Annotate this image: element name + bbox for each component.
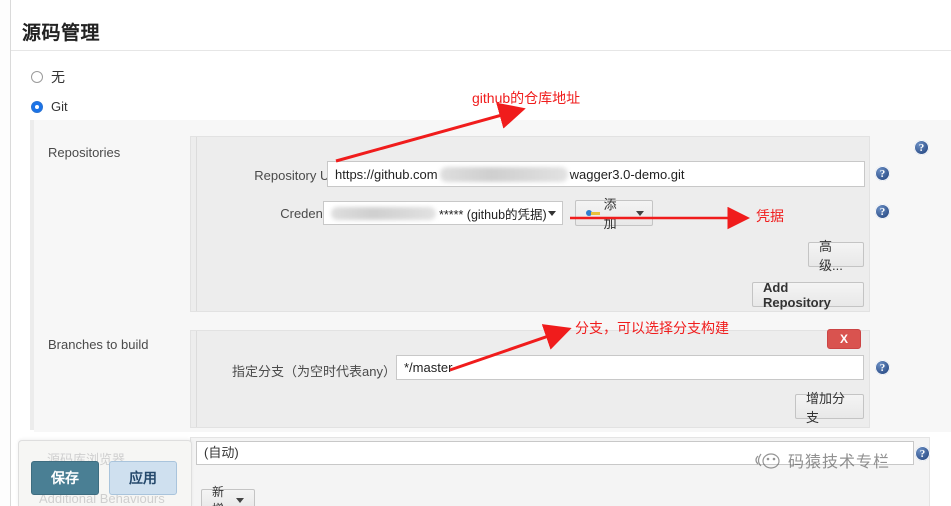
git-section-rail [30, 120, 34, 430]
add-credentials-label: 添加 [603, 197, 617, 231]
branch-specifier-input[interactable] [396, 355, 864, 380]
apply-button[interactable]: 应用 [109, 461, 177, 495]
credentials-select[interactable]: ***** (github的凭据) [323, 201, 563, 225]
help-icon-branch-specifier[interactable]: ? [875, 360, 890, 375]
key-icon [586, 208, 600, 218]
title-divider [11, 50, 951, 51]
help-icon-repositories-section[interactable]: ? [914, 140, 929, 155]
caret-down-icon[interactable] [636, 210, 644, 216]
action-bar: 源码库浏览器 Additional Behaviours 保存 应用 [18, 440, 192, 506]
advanced-button[interactable]: 高级... [808, 239, 864, 273]
scm-config-page: 源码管理 无 Git Repositories Repository URL h… [0, 0, 951, 506]
radio-none-indicator[interactable] [31, 71, 43, 83]
radio-option-none[interactable]: 无 [31, 67, 65, 87]
save-button[interactable]: 保存 [31, 461, 99, 495]
page-title: 源码管理 [22, 23, 101, 44]
caret-down-icon-2[interactable] [236, 497, 244, 503]
credentials-selected-text: ***** (github的凭据) [439, 207, 547, 222]
additional-behaviours-add-button[interactable]: 新增 [201, 485, 255, 506]
help-icon-repository-browser[interactable]: ? [915, 446, 930, 461]
repository-url-prefix: https://github.com [335, 166, 438, 182]
chevron-down-icon[interactable] [548, 210, 556, 216]
add-repository-button[interactable]: Add Repository [752, 279, 864, 310]
radio-none-label: 无 [51, 69, 65, 85]
repository-url-label: Repository URL [254, 168, 346, 183]
additional-behaviours-add-label: 新增 [212, 485, 225, 506]
radio-git-indicator[interactable] [31, 100, 43, 113]
repositories-panel-edge [196, 137, 197, 311]
radio-git-label: Git [51, 99, 68, 114]
help-icon-repository-url[interactable]: ? [875, 166, 890, 181]
credentials-redaction [331, 206, 436, 220]
repository-url-redaction [439, 166, 568, 182]
repository-browser-value[interactable]: (自动) [196, 441, 914, 465]
add-credentials-button[interactable]: 添加 [575, 197, 653, 231]
help-icon-credentials[interactable]: ? [875, 204, 890, 219]
add-branch-label: 增加分支 [806, 390, 846, 425]
credentials-label: Credentials [280, 206, 346, 221]
remove-branch-button[interactable]: X [827, 329, 861, 349]
section-label-repositories: Repositories [48, 145, 121, 160]
repository-url-suffix: wagger3.0-demo.git [569, 166, 685, 182]
advanced-label: 高级... [819, 238, 843, 273]
section-label-branches: Branches to build [48, 337, 149, 352]
left-rail-divider [0, 0, 11, 506]
add-branch-button[interactable]: 增加分支 [795, 391, 864, 425]
add-repository-label: Add Repository [763, 279, 831, 310]
annotation-repo-url: github的仓库地址 [472, 90, 581, 106]
radio-option-git[interactable]: Git [31, 99, 68, 114]
branch-specifier-label: 指定分支（为空时代表any） [232, 364, 396, 379]
repository-url-input[interactable]: https://github.com wagger3.0-demo.git [327, 161, 865, 187]
